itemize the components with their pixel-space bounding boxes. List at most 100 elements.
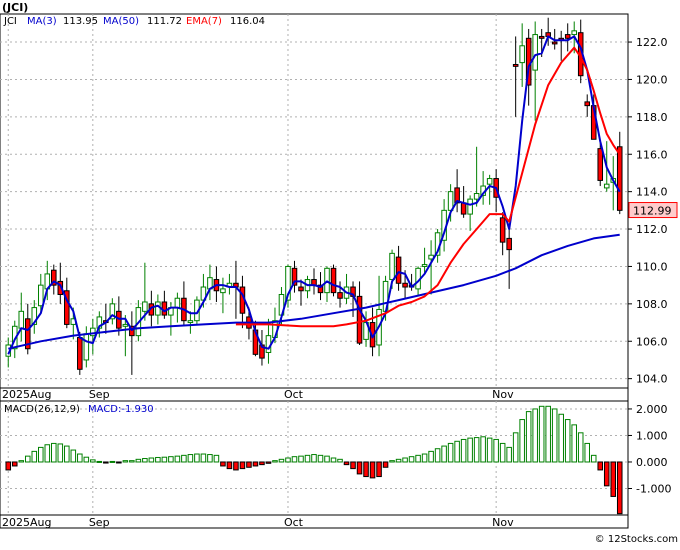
macd-bar xyxy=(77,453,83,463)
macd-bar xyxy=(434,448,441,463)
macd-bar xyxy=(90,459,96,463)
macd-bar xyxy=(486,437,493,463)
macd-legend-value: MACD:-1.930 xyxy=(88,404,154,415)
macd-bar xyxy=(382,461,389,468)
macd-bar xyxy=(31,450,38,463)
macd-bar xyxy=(181,454,187,463)
candle-body xyxy=(421,264,428,267)
price-date-label: 2025Aug xyxy=(2,388,51,401)
candle-body xyxy=(18,310,25,329)
candle-body xyxy=(460,202,467,215)
macd-bar xyxy=(395,458,402,463)
macd-bar xyxy=(148,457,155,463)
last-price-tag-text: 112.99 xyxy=(633,205,672,218)
candle-body xyxy=(330,267,337,294)
macd-tick-label: -1.000 xyxy=(636,482,671,495)
macd-bar xyxy=(51,442,57,463)
candle-body xyxy=(142,301,148,312)
macd-bar xyxy=(220,461,226,467)
candle-body xyxy=(298,286,304,292)
macd-bar xyxy=(187,454,194,463)
candle-body xyxy=(38,284,44,307)
macd-bar xyxy=(207,454,213,463)
macd-bar xyxy=(161,456,168,463)
macd-bar xyxy=(610,461,617,497)
macd-bar xyxy=(64,445,70,463)
macd-bar xyxy=(493,438,499,463)
macd-bar xyxy=(135,458,142,463)
candle-body xyxy=(122,323,129,327)
macd-tick-label: 2.000 xyxy=(636,403,668,416)
macd-bar xyxy=(252,461,259,467)
macd-bar xyxy=(109,460,116,463)
macd-bar xyxy=(571,424,577,463)
macd-bar xyxy=(278,458,285,463)
candle-body xyxy=(161,301,168,316)
price-tick-label: 110.0 xyxy=(636,260,668,273)
macd-bar xyxy=(233,461,239,471)
price-date-label: Nov xyxy=(492,388,514,401)
chart-stage: (JCI) 104.0 106.0 108.0 110.0 112.0 114.0 116.… xyxy=(0,0,680,546)
macd-bar xyxy=(408,456,415,463)
macd-bar xyxy=(226,461,233,470)
macd-bar xyxy=(499,442,506,463)
macd-bar xyxy=(246,461,252,468)
macd-bar xyxy=(44,444,51,463)
watermark: © 12Stocks.com xyxy=(595,534,678,545)
last-price-tag: 112.99 xyxy=(628,202,678,219)
legend-ma50-label: MA(50) xyxy=(103,16,139,27)
macd-bar xyxy=(512,432,519,463)
macd-bar xyxy=(363,461,369,478)
macd-date-label: Nov xyxy=(492,516,514,529)
macd-bar xyxy=(577,432,584,463)
macd-bar xyxy=(330,457,337,463)
macd-legend: MACD(26,12,9) MACD:-1.930 xyxy=(4,404,154,415)
legend-indicator: JCI xyxy=(3,16,17,27)
candle-body xyxy=(486,178,493,185)
macd-bar xyxy=(272,460,278,463)
macd-bar xyxy=(239,461,246,470)
macd-bar xyxy=(519,419,525,463)
macd-bar xyxy=(265,461,272,464)
macd-bar xyxy=(174,455,181,463)
legend-ema7-label: EMA(7) xyxy=(186,16,222,27)
macd-bar xyxy=(213,454,220,463)
macd-bar xyxy=(291,456,298,463)
macd-bar xyxy=(447,442,454,463)
macd-bar xyxy=(538,405,545,463)
macd-bar xyxy=(317,454,324,463)
price-tick-label: 118.0 xyxy=(636,111,668,124)
ticker-symbol: (JCI) xyxy=(2,1,28,14)
macd-bar xyxy=(525,411,532,463)
price-date-label: Sep xyxy=(89,388,110,401)
macd-bar xyxy=(460,438,467,463)
macd-bar xyxy=(454,440,460,463)
macd-bar xyxy=(480,436,486,463)
macd-bar xyxy=(350,461,356,470)
macd-bar xyxy=(551,408,558,463)
macd-bar xyxy=(376,461,382,478)
legend-ma50-value: 111.72 xyxy=(147,16,182,27)
macd-legend-params: MACD(26,12,9) xyxy=(4,404,80,415)
candle-body xyxy=(220,288,226,294)
macd-bar xyxy=(428,450,434,463)
macd-bar xyxy=(11,461,18,467)
macd-bar xyxy=(506,446,512,463)
macd-tick-label: 0.000 xyxy=(636,456,668,469)
macd-bar xyxy=(18,460,25,463)
macd-date-label: 2025Aug xyxy=(2,516,51,529)
macd-bar xyxy=(5,461,12,471)
macd-bar xyxy=(324,455,330,463)
candle-body xyxy=(603,183,610,189)
macd-bar xyxy=(545,405,551,463)
candle-body xyxy=(174,297,181,309)
price-tick-label: 122.0 xyxy=(636,36,668,49)
macd-tick-label: 1.000 xyxy=(636,429,668,442)
macd-bar xyxy=(584,442,590,463)
stock-chart-svg: (JCI) 104.0 106.0 108.0 110.0 112.0 114.0 116.… xyxy=(0,0,680,546)
macd-bar xyxy=(168,456,174,463)
macd-bar xyxy=(155,456,161,463)
candle-body xyxy=(77,337,83,370)
macd-bar xyxy=(421,453,428,463)
macd-bar xyxy=(298,455,304,463)
